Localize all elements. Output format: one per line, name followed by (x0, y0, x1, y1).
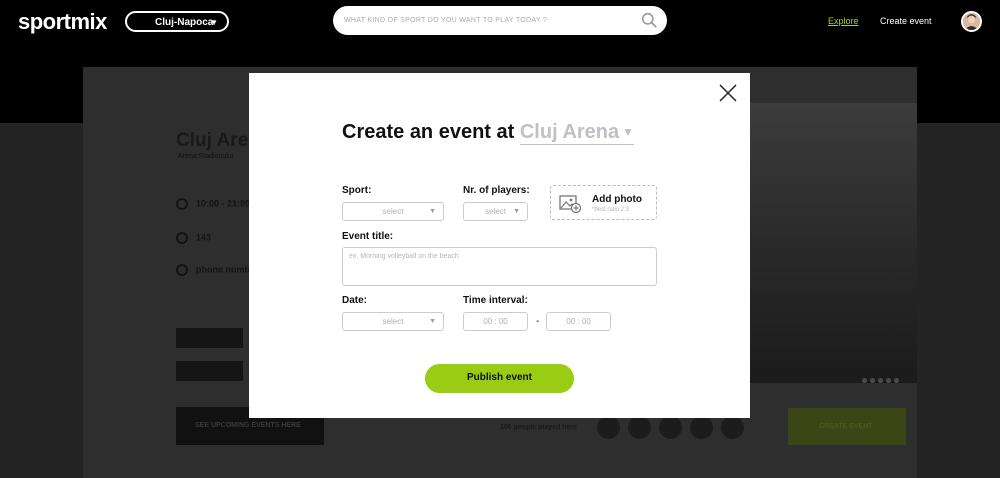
date-select[interactable]: select ▼ (342, 312, 444, 331)
city-selector-label: Cluj-Napoca (155, 17, 214, 28)
players-select[interactable]: select ▼ (463, 202, 528, 221)
venue-hours-value: 10:00 - 21:00 (196, 198, 251, 209)
search-bar (333, 6, 667, 35)
event-title-input[interactable]: ex. Morning volleyball on the beach (342, 247, 657, 286)
venue-hours: 10:00 - 21:00 (176, 198, 250, 210)
venue-selector[interactable]: Cluj Arena ▼ (519, 121, 635, 145)
user-photo-icon (963, 13, 980, 30)
played-here-text: 206 people played here (500, 424, 578, 431)
modal-title-prefix: Create an event at (342, 121, 515, 143)
nav-explore-link[interactable]: Explore (828, 16, 859, 26)
chevron-down-icon: ▼ (210, 18, 218, 27)
player-avatars (597, 416, 752, 444)
time-start-input[interactable]: 00 : 00 (463, 312, 528, 331)
close-icon[interactable] (719, 84, 737, 102)
user-avatar[interactable] (961, 11, 982, 32)
add-photo-button[interactable]: Add photo *best ratio 2:3 (550, 185, 657, 220)
time-separator: - (536, 316, 540, 327)
chevron-down-icon: ▼ (513, 208, 520, 215)
create-event-background-button: CREATE EVENT (788, 408, 906, 445)
venue-address: Arena Stadionului (178, 153, 234, 160)
city-selector[interactable]: Cluj-Napoca ▼ (125, 11, 229, 32)
clock-icon (176, 198, 188, 210)
event-thumbnail (176, 361, 243, 381)
players-label: Nr. of players: (463, 185, 530, 196)
search-icon[interactable] (641, 12, 658, 29)
time-end-input[interactable]: 00 : 00 (546, 312, 611, 331)
date-label: Date: (342, 295, 368, 306)
phone-icon (176, 264, 188, 276)
search-input[interactable] (333, 6, 623, 35)
players-select-value: select (485, 207, 506, 216)
user-icon (176, 232, 188, 244)
venue-count: 143 (176, 232, 211, 244)
venue-selector-label: Cluj Arena (519, 121, 620, 143)
photo-carousel-dots (862, 370, 902, 388)
event-thumbnail (176, 328, 243, 348)
date-select-value: select (382, 317, 404, 326)
venue-photo (750, 103, 917, 383)
venue-phone: phone number (176, 264, 259, 276)
event-title-placeholder: ex. Morning volleyball on the beach (349, 253, 459, 260)
venue-count-value: 143 (196, 232, 212, 243)
publish-event-button[interactable]: Publish event (425, 364, 574, 393)
add-photo-title: Add photo (592, 194, 642, 205)
modal-title: Create an event at Cluj Arena ▼ (342, 121, 635, 145)
add-photo-hint: *best ratio 2:3 (592, 207, 630, 213)
sport-select-value: select (382, 207, 404, 216)
event-title-label: Event title: (342, 231, 394, 242)
time-interval-label: Time interval: (463, 295, 528, 306)
chevron-down-icon: ▼ (429, 208, 436, 215)
sportmix-logo[interactable]: sportmix (18, 9, 107, 35)
nav-create-event-link[interactable]: Create event (880, 16, 932, 26)
sport-label: Sport: (342, 185, 372, 196)
chevron-down-icon: ▼ (429, 318, 436, 325)
caret-down-icon: ▼ (622, 125, 635, 139)
sport-select[interactable]: select ▼ (342, 202, 444, 221)
add-image-icon (559, 195, 581, 213)
create-event-modal: Create an event at Cluj Arena ▼ Sport: se… (249, 73, 750, 418)
